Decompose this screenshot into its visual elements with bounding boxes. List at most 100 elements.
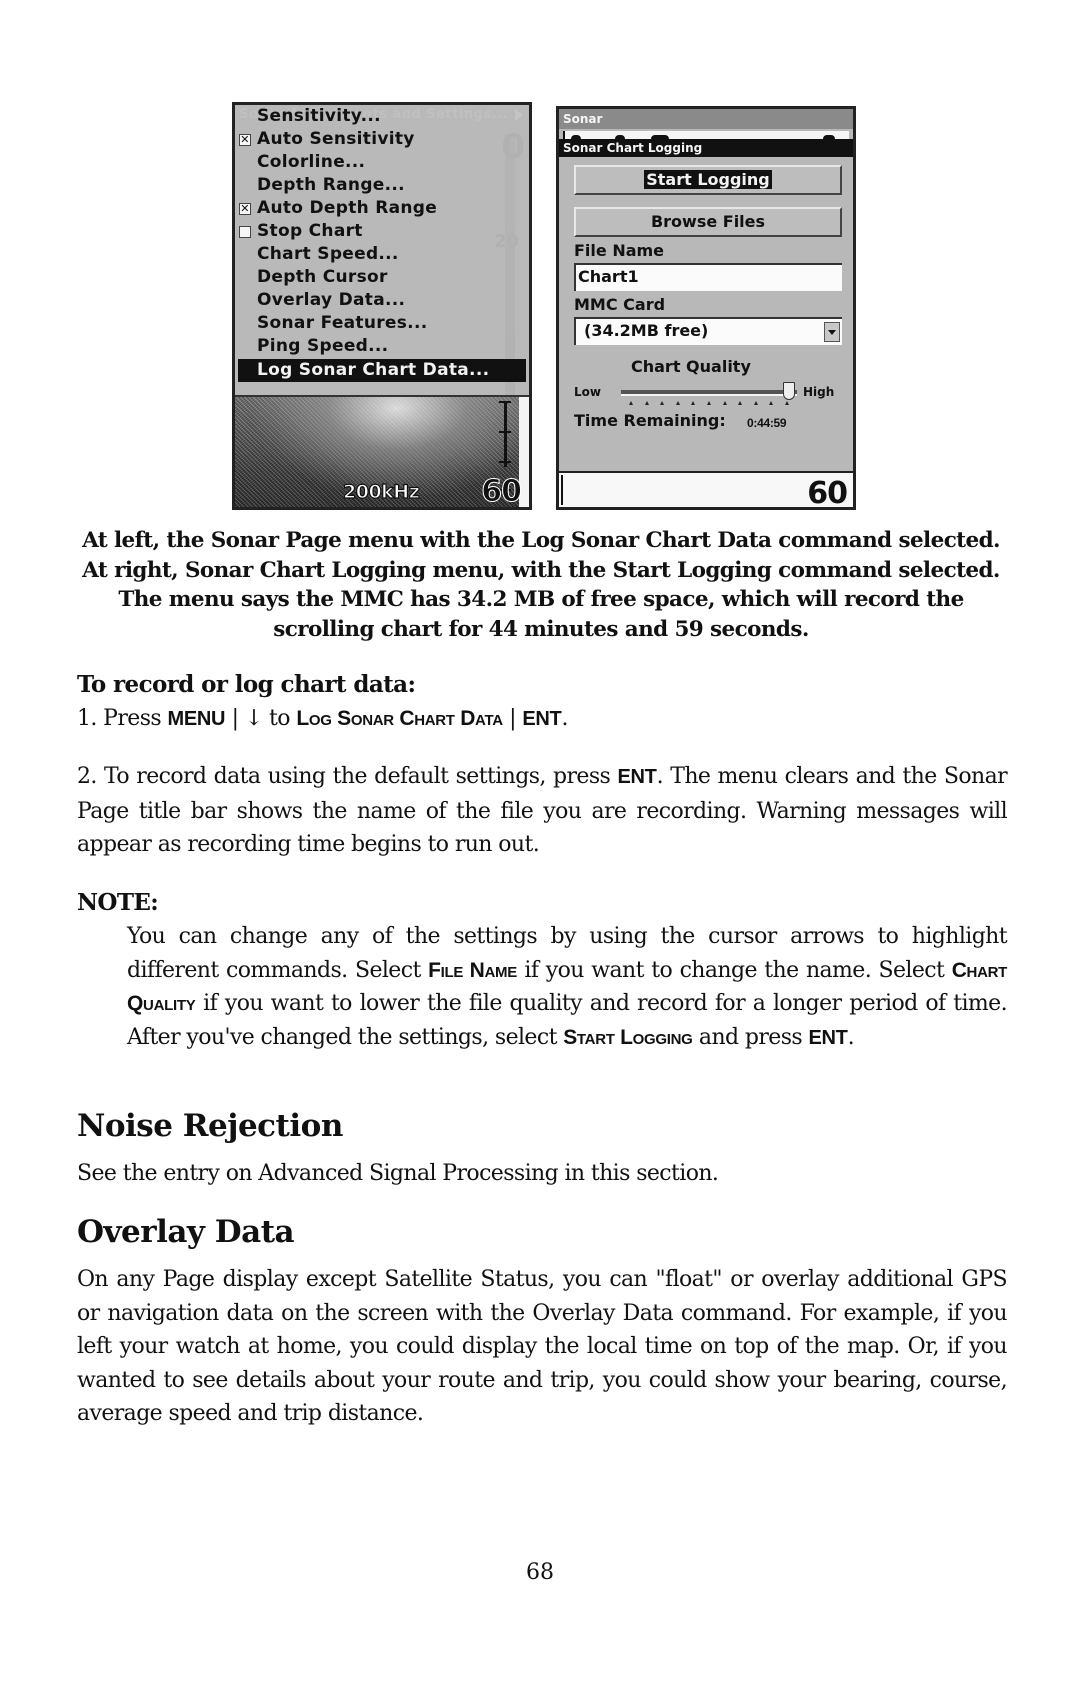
sonar-page-menu: Sensitivity... ✕ Auto Sensitivity Colorli…	[235, 105, 529, 397]
menu-item-stop-chart[interactable]: Stop Chart	[235, 220, 529, 243]
command-log-sonar-chart-data: Log Sonar Chart Data	[296, 707, 503, 730]
key-menu: MENU	[167, 708, 226, 730]
note-heading: NOTE:	[77, 889, 159, 916]
browse-files-button[interactable]: Browse Files	[574, 207, 842, 237]
step-text: to	[262, 706, 297, 731]
slider-thumb[interactable]	[783, 382, 795, 400]
step-text: 1. Press	[77, 706, 168, 731]
menu-item-depth-cursor[interactable]: Depth Cursor	[235, 266, 529, 289]
separator: |	[225, 706, 245, 731]
procedure-step-1: 1. Press MENU | ↓ to Log Sonar Chart Dat…	[77, 702, 1007, 737]
menu-item-label: Sonar Features...	[257, 313, 428, 333]
menu-item-sensitivity[interactable]: Sensitivity...	[235, 105, 529, 128]
sonar-strip	[563, 131, 849, 139]
time-remaining-value: 0:44:59	[747, 416, 787, 430]
scale-tick	[499, 401, 511, 403]
page-title-bar: Sonar	[559, 109, 853, 129]
figure-caption: At left, the Sonar Page menu with the Lo…	[82, 528, 1000, 642]
slider-tick	[738, 401, 743, 405]
menu-item-label: Overlay Data...	[257, 290, 406, 310]
menu-item-overlay-data[interactable]: Overlay Data...	[235, 289, 529, 312]
mmc-card-value: (34.2MB free)	[584, 321, 709, 340]
overlay-data-body: On any Page display except Satellite Sta…	[77, 1267, 1008, 1426]
menu-item-label: Colorline...	[257, 152, 366, 172]
slider-tick	[691, 401, 696, 405]
procedure-heading: To record or log chart data:	[77, 671, 416, 698]
menu-item-auto-depth-range[interactable]: ✕ Auto Depth Range	[235, 197, 529, 220]
menu-item-label: Depth Range...	[257, 175, 405, 195]
step-text: 2. To record data using the default sett…	[77, 764, 618, 789]
scale-line	[504, 401, 507, 467]
page-number: 68	[526, 1560, 554, 1585]
down-arrow-icon: ↓	[244, 706, 263, 731]
slider-low-label: Low	[574, 385, 601, 399]
start-logging-button[interactable]: Start Logging	[574, 165, 842, 195]
scale-tick	[499, 431, 511, 433]
key-ent: ENT	[617, 766, 657, 788]
sonar-chart-logging-screenshot: Sonar Sonar Chart Logging Start Logging …	[556, 106, 856, 510]
key-ent: ENT	[808, 1026, 848, 1049]
menu-item-label: Chart Speed...	[257, 244, 399, 264]
menu-item-depth-range[interactable]: Depth Range...	[235, 174, 529, 197]
checkbox-checked-icon[interactable]: ✕	[239, 203, 251, 215]
noise-rejection-body: See the entry on Advanced Signal Process…	[77, 1161, 719, 1186]
menu-item-label: Auto Depth Range	[257, 198, 438, 218]
frequency-label: 200kHz	[342, 480, 420, 503]
note-text: .	[847, 1024, 855, 1050]
command-file-name: File Name	[428, 958, 517, 982]
menu-item-log-sonar-chart-data[interactable]: Log Sonar Chart Data...	[238, 359, 526, 382]
menu-item-auto-sensitivity[interactable]: ✕ Auto Sensitivity	[235, 128, 529, 151]
menu-item-colorline[interactable]: Colorline...	[235, 151, 529, 174]
menu-item-label: Log Sonar Chart Data...	[257, 360, 490, 380]
separator: |	[502, 706, 523, 731]
checkbox-unchecked-icon[interactable]	[239, 226, 251, 238]
sonar-page-menu-screenshot: Sonar Adjustments and Settings... 0 20 2…	[232, 102, 532, 510]
slider-tick	[644, 401, 649, 405]
menu-item-label: Ping Speed...	[257, 336, 389, 356]
command-start-logging: Start Logging	[563, 1025, 693, 1049]
dropdown-arrow-icon[interactable]	[824, 322, 840, 342]
slider-tick	[784, 401, 789, 405]
menu-item-sonar-features[interactable]: Sonar Features...	[235, 312, 529, 335]
menu-item-label: Stop Chart	[257, 221, 363, 241]
scale-tick	[499, 461, 511, 463]
menu-item-ping-speed[interactable]: Ping Speed...	[235, 335, 529, 358]
menu-item-label: Sensitivity...	[257, 106, 381, 126]
mmc-card-select[interactable]: (34.2MB free)	[574, 317, 842, 345]
note-body: You can change any of the settings by us…	[127, 920, 1008, 1055]
checkbox-checked-icon[interactable]: ✕	[239, 134, 251, 146]
step-text: .	[561, 706, 568, 731]
menu-item-label: Depth Cursor	[257, 267, 388, 287]
menu-item-chart-speed[interactable]: Chart Speed...	[235, 243, 529, 266]
chart-quality-label: Chart Quality	[631, 357, 751, 376]
time-remaining-label: Time Remaining:	[574, 411, 726, 430]
depth-readout: 60	[807, 476, 848, 510]
start-logging-label: Start Logging	[644, 170, 772, 189]
depth-readout: 60	[481, 474, 523, 509]
procedure-step-2: 2. To record data using the default sett…	[77, 760, 1008, 862]
note-text: if you want to change the name. Select	[516, 957, 952, 983]
slider-tick	[629, 401, 633, 405]
sonar-bottom-strip: 60	[559, 471, 853, 507]
chart-quality-slider[interactable]	[621, 390, 797, 396]
mmc-card-label: MMC Card	[574, 295, 666, 314]
browse-files-label: Browse Files	[650, 212, 766, 231]
file-name-input[interactable]: Chart1	[574, 263, 842, 291]
dialog-title: Sonar Chart Logging	[559, 139, 853, 157]
note-text: and press	[692, 1024, 809, 1050]
depth-scale-bar	[495, 401, 517, 491]
slider-high-label: High	[803, 385, 835, 399]
slider-ticks	[629, 401, 789, 407]
slider-tick	[769, 401, 774, 405]
file-name-label: File Name	[574, 241, 665, 260]
slider-tick	[660, 401, 665, 405]
slider-tick	[722, 401, 727, 405]
key-ent: ENT	[522, 708, 562, 730]
section-heading-noise-rejection: Noise Rejection	[77, 1108, 343, 1144]
slider-tick	[706, 401, 711, 405]
strip-edge	[561, 475, 563, 505]
section-heading-overlay-data: Overlay Data	[77, 1214, 295, 1250]
slider-tick	[753, 401, 758, 405]
menu-item-label: Auto Sensitivity	[257, 129, 415, 149]
slider-tick	[675, 401, 680, 405]
